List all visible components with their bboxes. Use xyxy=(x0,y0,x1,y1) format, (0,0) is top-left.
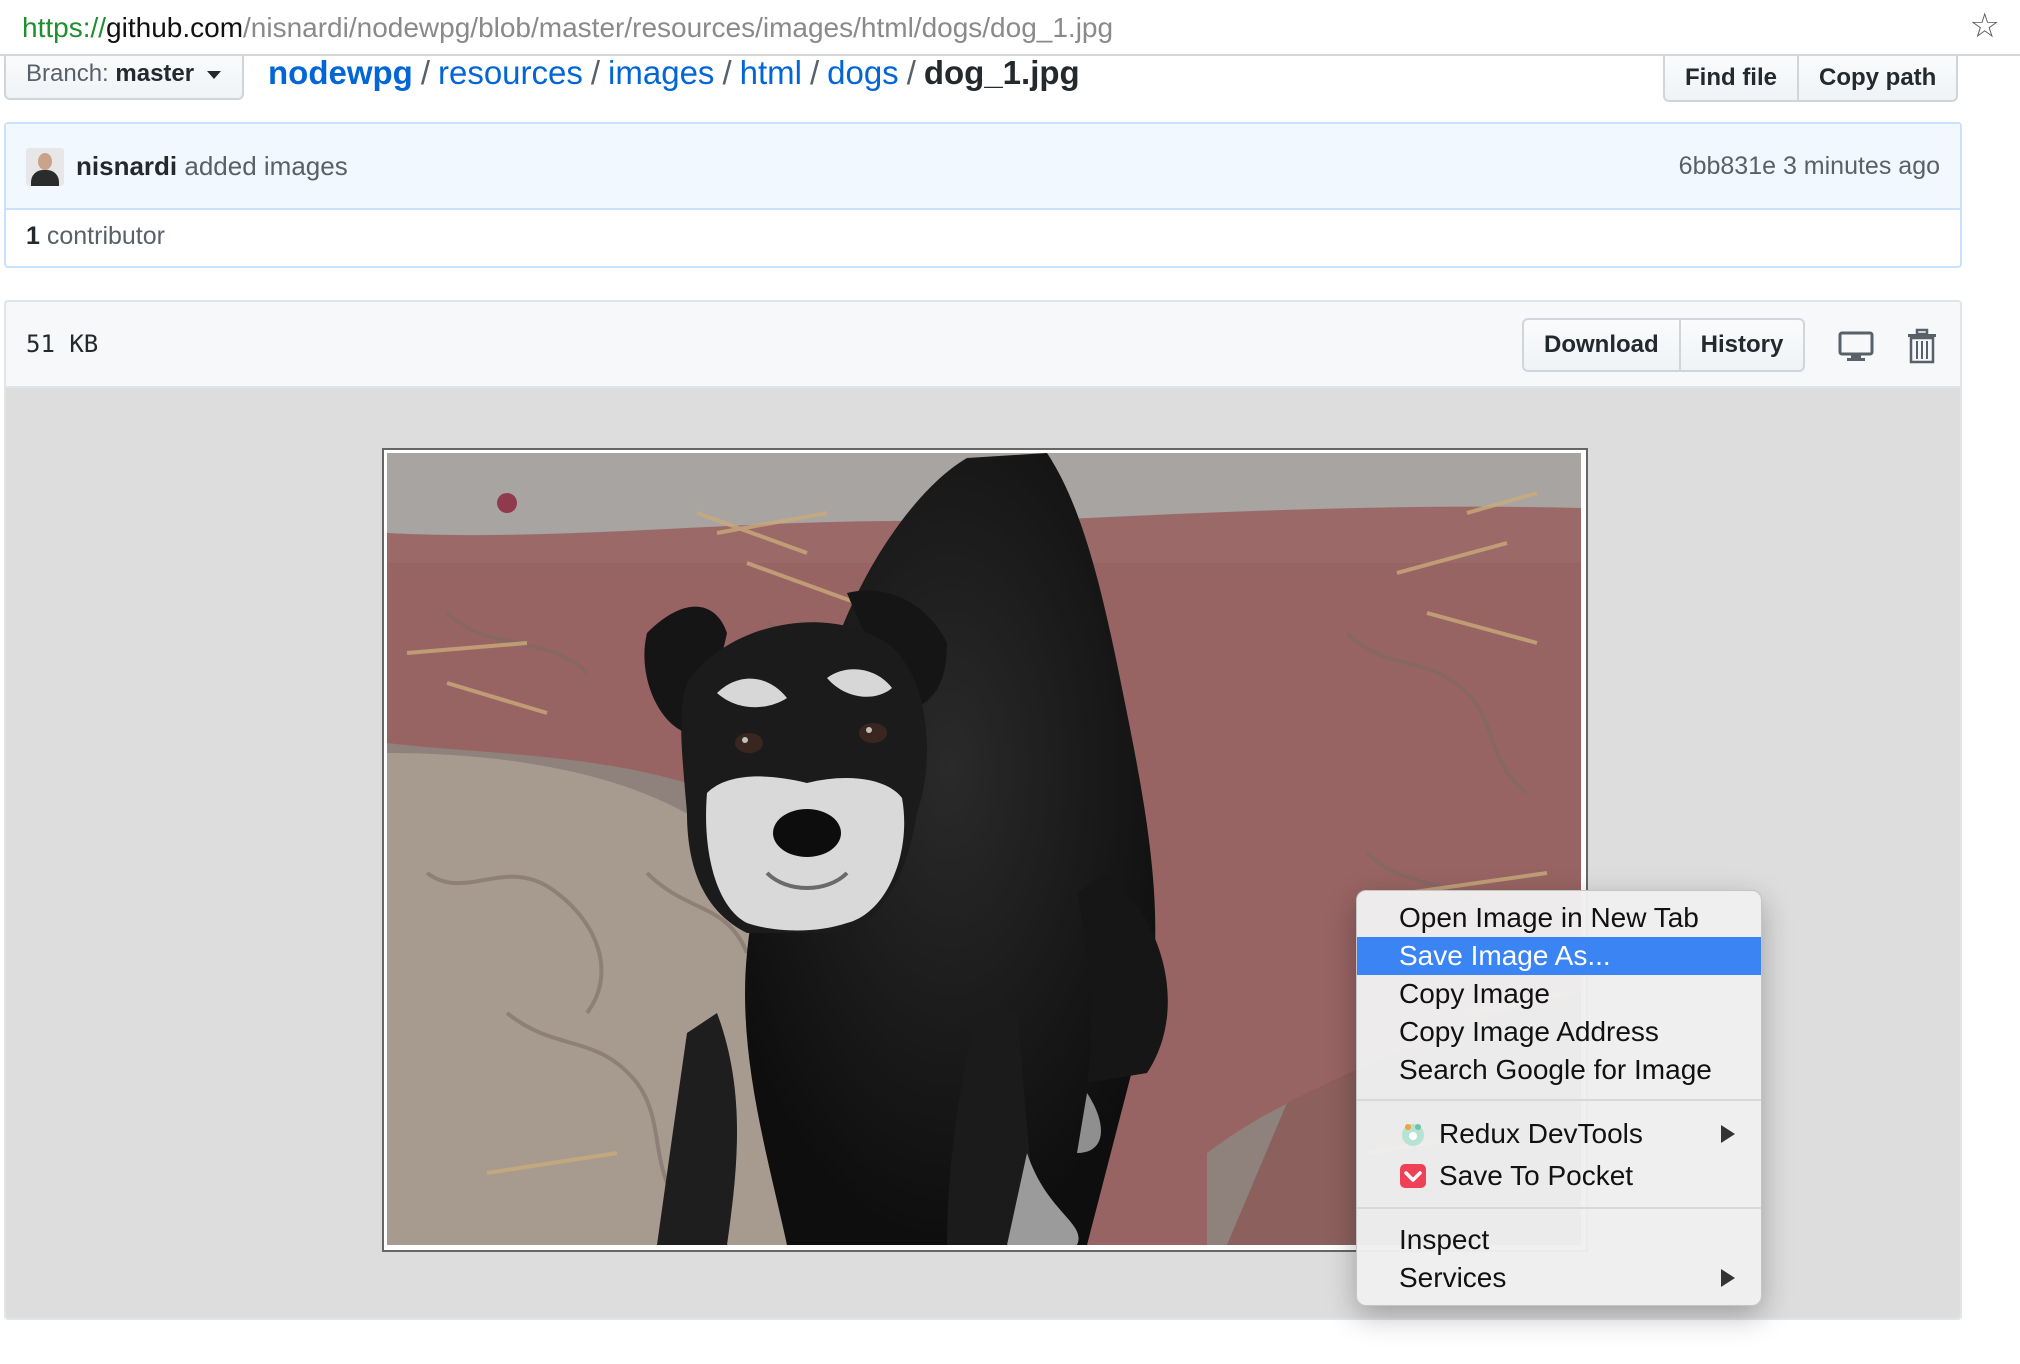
contributors[interactable]: 1 contributor xyxy=(26,216,165,256)
menu-item-inspect[interactable]: Inspect xyxy=(1357,1221,1761,1259)
commit-time: 3 minutes ago xyxy=(1782,152,1940,180)
pocket-icon xyxy=(1400,1164,1426,1188)
avatar-head xyxy=(38,153,52,170)
contributors-label: contributor xyxy=(46,222,165,250)
branch-label: Branch: xyxy=(26,60,109,87)
url-path: /nisnardi/nodewpg/blob/master/resources/… xyxy=(243,12,1114,43)
menu-item-save-to-pocket[interactable]: Save To Pocket xyxy=(1357,1155,1761,1197)
breadcrumb-separator: / xyxy=(590,54,601,91)
star-icon[interactable]: ☆ xyxy=(1970,6,2000,46)
menu-item-copy-image[interactable]: Copy Image xyxy=(1357,975,1761,1013)
menu-item-label: Save To Pocket xyxy=(1439,1160,1634,1191)
avatar-body xyxy=(31,170,59,186)
menu-separator xyxy=(1357,1099,1761,1101)
commit-tease: nisnardi added images 6bb831e 3 minutes … xyxy=(6,124,1960,210)
breadcrumb: nodewpg / resources / images / html / dogs / dog_1… xyxy=(268,50,1080,96)
breadcrumb-separator: / xyxy=(809,54,820,91)
menu-item-redux-devtools[interactable]: Redux DevTools xyxy=(1357,1113,1761,1155)
commit-meta: 6bb831e 3 minutes ago xyxy=(1679,146,1940,186)
commit-box: nisnardi added images 6bb831e 3 minutes … xyxy=(4,122,1962,268)
breadcrumb-separator: / xyxy=(420,54,430,91)
menu-item-label: Services xyxy=(1399,1262,1507,1293)
menu-separator xyxy=(1357,1207,1761,1209)
contributors-count: 1 xyxy=(26,222,40,250)
menu-item-services[interactable]: Services xyxy=(1357,1259,1761,1297)
branch-select-button[interactable]: Branch: master xyxy=(4,56,244,100)
breadcrumb-filename: dog_1.jpg xyxy=(923,54,1080,91)
menu-item-label: Redux DevTools xyxy=(1439,1118,1643,1149)
breadcrumb-link-images[interactable]: images xyxy=(608,54,714,91)
chevron-down-icon xyxy=(206,70,221,79)
menu-item-search-google-for-image[interactable]: Search Google for Image xyxy=(1357,1051,1761,1089)
trash-icon[interactable] xyxy=(1904,328,1940,364)
avatar[interactable] xyxy=(26,148,64,186)
breadcrumb-link-html[interactable]: html xyxy=(740,54,802,91)
commit-sha-link[interactable]: 6bb831e xyxy=(1679,152,1776,180)
branch-value: master xyxy=(115,60,195,87)
commit-message: nisnardi added images xyxy=(76,146,348,186)
breadcrumb-link-resources[interactable]: resources xyxy=(438,54,583,91)
history-button[interactable]: History xyxy=(1680,318,1806,372)
file-header: 51 KB Download History xyxy=(6,302,1960,388)
breadcrumb-link-dogs[interactable]: dogs xyxy=(827,54,899,91)
address-bar[interactable]: https://github.com/nisnardi/nodewpg/blob… xyxy=(0,0,2020,56)
redux-devtools-icon xyxy=(1402,1124,1424,1146)
copy-path-button[interactable]: Copy path xyxy=(1799,56,1959,102)
url-host: github.com xyxy=(106,12,244,43)
context-menu: Open Image in New Tab Save Image As... C… xyxy=(1356,890,1762,1306)
menu-item-open-image-new-tab[interactable]: Open Image in New Tab xyxy=(1357,899,1761,937)
download-button[interactable]: Download xyxy=(1522,318,1681,372)
submenu-arrow-icon xyxy=(1721,1125,1735,1143)
file-size: 51 KB xyxy=(26,330,99,358)
file-actions-button-group: Download History xyxy=(1522,318,1806,372)
submenu-arrow-icon xyxy=(1721,1269,1735,1287)
find-file-button[interactable]: Find file xyxy=(1663,56,1799,102)
breadcrumb-repo-link[interactable]: nodewpg xyxy=(268,54,413,91)
menu-item-copy-image-address[interactable]: Copy Image Address xyxy=(1357,1013,1761,1051)
breadcrumb-separator: / xyxy=(906,54,916,91)
breadcrumb-separator: / xyxy=(722,54,732,91)
desktop-icon[interactable] xyxy=(1838,328,1874,364)
url-scheme: https:// xyxy=(22,12,107,43)
menu-item-save-image-as[interactable]: Save Image As... xyxy=(1357,937,1761,975)
commit-message-text[interactable]: added images xyxy=(184,151,347,181)
file-nav-button-group: Find file Copy path xyxy=(1663,56,1959,102)
url-text[interactable]: https://github.com/nisnardi/nodewpg/blob… xyxy=(22,10,1113,46)
commit-author-link[interactable]: nisnardi xyxy=(76,151,177,181)
